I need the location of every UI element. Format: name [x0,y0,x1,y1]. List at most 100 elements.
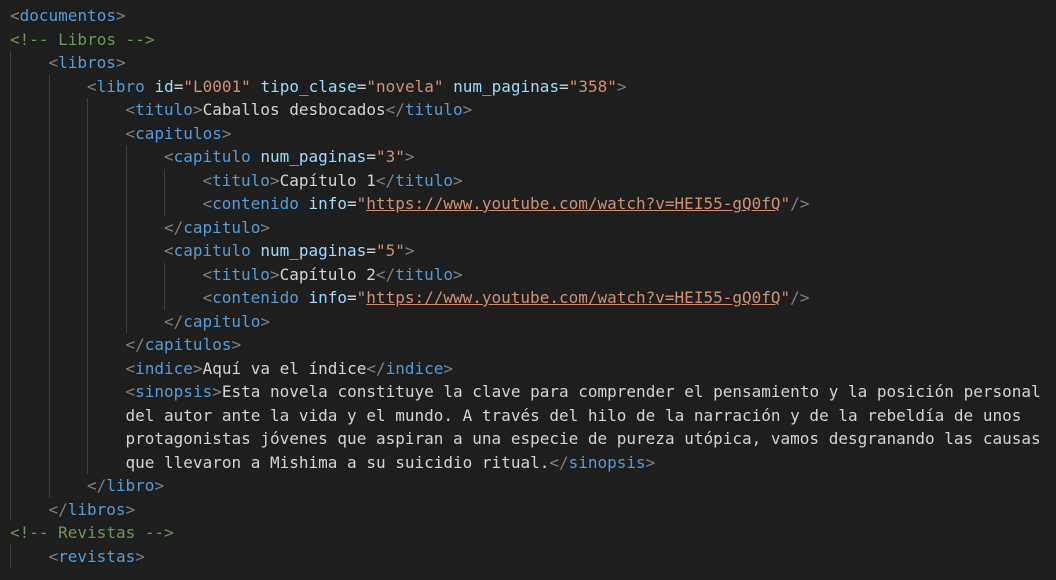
code-token: </ [48,499,68,519]
code-line[interactable]: <contenido info="https://www.youtube.com… [203,192,810,216]
code-token: </ [385,100,405,119]
code-token: = [173,76,184,96]
code-token: </ [549,452,569,472]
code-token: que llevaron a Mishima a su suicidio rit… [125,452,550,472]
code-token: titulo [404,100,463,119]
code-token: id [154,76,174,96]
code-line[interactable]: <!-- Libros --> [10,28,155,52]
code-line[interactable]: <capitulo num_paginas="5"> [164,239,415,263]
code-token: info [308,288,348,307]
code-token: revistas [58,546,136,566]
code-line[interactable]: <indice>Aquí va el índice</indice> [126,357,454,381]
code-line[interactable]: del autor ante la vida y el mundo. A tra… [126,404,1022,428]
code-token: < [164,147,174,166]
code-token: "L0001" [183,76,251,96]
code-token: capitulo [173,241,251,260]
code-token: indice [135,358,193,378]
code-token: titulo [212,264,270,284]
code-token: > [616,76,627,96]
code-token: titulo [395,264,453,284]
indent-guide [87,98,88,474]
code-token: = [347,288,357,307]
code-token: "3" [375,147,405,166]
code-token: Caballos desbocados [202,100,386,119]
code-token: contenido [212,194,299,213]
code-token: > [404,147,415,166]
code-token: < [125,123,136,143]
code-token: capitulo [173,147,251,166]
code-token: capitulos [144,335,232,354]
code-token: Capítulo 1 [279,170,376,190]
code-token: > [452,170,463,190]
code-token: " [356,194,367,213]
code-line[interactable]: <sinopsis>Esta novela constituye la clav… [126,380,1041,404]
code-line[interactable]: <titulo>Capítulo 1</titulo> [203,169,463,193]
code-line[interactable]: <libro id="L0001" tipo_clase="novela" nu… [87,75,627,99]
code-token: capitulo [183,311,261,331]
indent-guide [10,51,11,521]
code-token: </ [375,264,396,284]
code-token: < [87,76,97,96]
code-token: libros [67,499,126,519]
code-token: " [356,288,367,307]
code-token: = [559,76,569,96]
code-token: sinopsis [135,382,213,401]
code-line[interactable]: que llevaron a Mishima a su suicidio rit… [126,451,656,475]
code-line[interactable]: <documentos> [10,4,126,28]
code-line[interactable]: <capitulos> [126,122,232,146]
code-token: titulo [212,170,270,190]
code-token: </ [375,170,396,190]
code-token: < [202,288,213,307]
code-token: Esta novela constituye la clave para com… [221,382,1041,401]
code-token: del autor ante la vida y el mundo. A tra… [125,405,1022,425]
code-token: > [231,335,242,354]
code-line[interactable]: <capitulo num_paginas="3"> [164,145,415,169]
code-token: <!-- Revistas --> [10,523,174,542]
code-line[interactable]: <revistas> [49,545,145,569]
code-line[interactable]: </libro> [87,474,164,498]
code-token: </ [366,358,386,378]
code-line[interactable]: protagonistas jóvenes que aspiran a una … [126,427,1041,451]
code-token: = [356,76,367,96]
code-token: /> [790,194,810,213]
code-line[interactable]: <libros> [49,51,126,75]
code-token: > [260,311,270,331]
code-token: > [443,358,454,378]
code-token: < [125,100,136,119]
indent-guide [164,262,165,310]
code-token: tipo_clase [260,76,357,96]
code-token: = [366,147,376,166]
indent-guide [48,74,50,498]
code-token: num_paginas [453,76,560,96]
code-line[interactable]: </capitulos> [126,333,242,357]
code-token: Aquí va el índice [202,358,367,378]
code-token: > [115,6,126,25]
code-line[interactable]: <titulo>Caballos desbocados</titulo> [126,98,473,122]
code-token: = [347,194,357,213]
code-token: sinopsis [568,452,646,472]
url-link[interactable]: https://www.youtube.com/watch?v=HEI55-gQ… [366,288,780,307]
code-line[interactable]: <!-- Revistas --> [10,521,174,545]
code-token: < [202,170,213,190]
code-token: " [780,288,791,307]
code-token: libros [58,53,116,72]
code-token: > [260,217,270,237]
code-line[interactable]: </capitulo> [164,310,270,334]
code-token: protagonistas jóvenes que aspiran a una … [125,429,1041,448]
code-token: > [192,100,203,119]
code-line[interactable]: <titulo>Capítulo 2</titulo> [203,263,463,287]
code-line[interactable]: </capitulo> [164,216,270,240]
code-editor[interactable]: <documentos> <!-- Libros --> <libros> <libr… [0,0,1056,580]
code-token: > [212,382,222,401]
code-line[interactable]: <contenido info="https://www.youtube.com… [203,286,810,310]
code-token: > [645,452,656,472]
code-token: info [308,194,348,213]
code-line[interactable]: </libros> [49,498,136,522]
url-link[interactable]: https://www.youtube.com/watch?v=HEI55-gQ… [366,194,780,213]
code-token: documentos [19,6,116,25]
code-token: num_paginas [260,147,367,166]
code-token: </ [164,217,184,237]
